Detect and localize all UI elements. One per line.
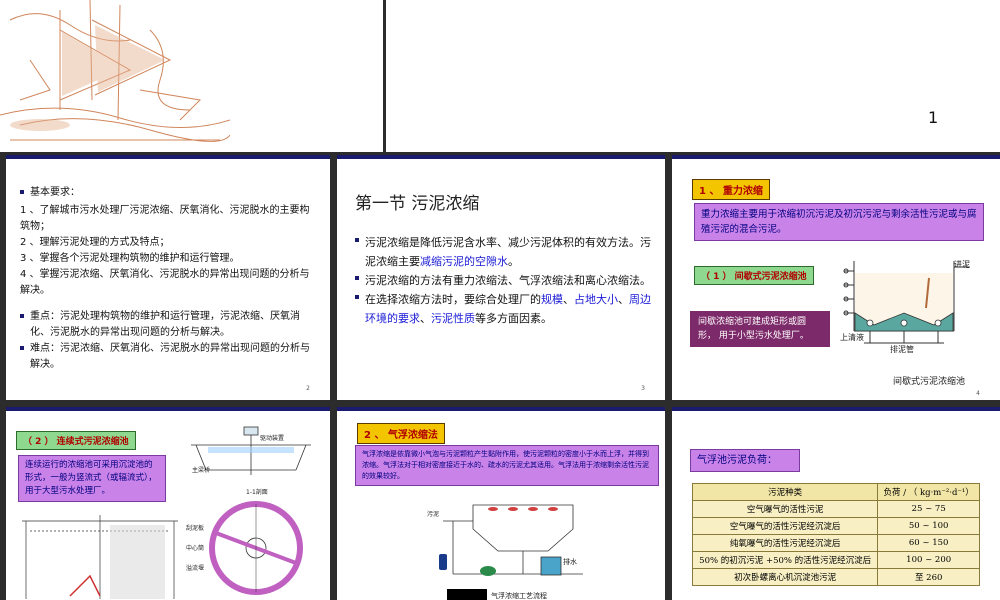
label-overflow: 溢流堰 xyxy=(186,565,205,572)
list-item: 4 、掌握污泥浓缩、厌氧消化、污泥脱水的异常出现问题的分析与解决。 xyxy=(20,269,310,296)
description-box: 气浮浓缩是依靠微小气泡与污泥颗粒产生黏附作用，使污泥颗粒的密度小于水而上浮，并得… xyxy=(355,445,659,486)
page-number: 2 xyxy=(306,385,310,392)
flotation-process-diagram xyxy=(439,504,583,576)
label-drain: 排水 xyxy=(563,558,577,566)
content-list: 污泥浓缩是降低污泥含水率、减少污泥体积的有效方法。污泥浓缩主要减缩污泥的空隙水。… xyxy=(355,233,655,328)
description-box: 重力浓缩主要用于浓缩初沉污泥及初沉污泥与剩余活性污泥或与腐殖污泥的混合污泥。 xyxy=(694,203,984,241)
table-row: 50% 的初沉污泥 +50% 的活性污泥经沉淀后 100 ~ 200 xyxy=(691,551,980,569)
table-row: 空气曝气的活性污泥经沉淀后 50 ~ 100 xyxy=(691,517,980,535)
slide-2[interactable]: 基本要求： 1 、了解城市污水处理厂污泥浓缩、厌氧消化、污泥脱水的主要构筑物； … xyxy=(6,155,330,400)
slide-3[interactable]: 第一节 污泥浓缩 污泥浓缩是降低污泥含水率、减少污泥体积的有效方法。污泥浓缩主要… xyxy=(337,155,665,400)
label-scraper: 刮泥板 xyxy=(186,525,205,532)
slide-5[interactable]: （ 2 ） 连续式污泥浓缩池 连续运行的浓缩池可采用沉淀池的形式，一般为竖流式（… xyxy=(6,407,330,600)
key-points: 重点：污泥处理构筑物的维护和运行管理，污泥浓缩、厌氧消化、污泥脱水的异常出现问题… xyxy=(20,309,316,373)
slide-top-bar xyxy=(6,155,330,159)
caption-box xyxy=(447,589,487,600)
sludge-load-table: 污泥种类 负荷 / （ kg·m⁻²·d⁻¹） 空气曝气的活性污泥 25 ~ 75… xyxy=(691,483,980,586)
list-item: 重点：污泥处理构筑物的维护和运行管理，污泥浓缩、厌氧消化、污泥脱水的异常出现问题… xyxy=(20,309,316,341)
diagram-caption: 间歇式污泥浓缩池 xyxy=(893,377,966,387)
slide-top-bar xyxy=(337,155,665,159)
sub-section-label: （ 1 ） 间歇式污泥浓缩池 xyxy=(694,266,814,285)
section-label: （ 2 ） 连续式污泥浓缩池 xyxy=(16,431,136,450)
slide-1-right[interactable]: 1 xyxy=(386,0,1000,152)
slide-title: 第一节 污泥浓缩 xyxy=(355,194,480,214)
section-label: 1 、 重力浓缩 xyxy=(692,179,770,200)
slide-7[interactable]: 气浮池污泥负荷： 污泥种类 负荷 / （ kg·m⁻²·d⁻¹） 空气曝气的活性… xyxy=(672,407,1000,600)
slide-top-bar xyxy=(6,407,330,411)
thickener-tank-drawing xyxy=(22,515,178,599)
label-inlet: 进泥 xyxy=(954,260,970,269)
list-item: 2 、理解污泥处理的方式及特点； xyxy=(20,237,170,248)
note-box: 间歇浓缩池可建成矩形或圆形， 用于小型污水处理厂。 xyxy=(690,311,830,347)
section-label: 2 、 气浮浓缩法 xyxy=(357,423,445,444)
list-item: 污泥浓缩的方法有重力浓缩法、气浮浓缩法和离心浓缩法。 xyxy=(355,271,655,290)
table-row: 空气曝气的活性污泥 25 ~ 75 xyxy=(691,500,980,518)
slide-top-bar xyxy=(672,407,1000,411)
continuous-thickener-plan xyxy=(209,501,303,595)
list-item: 基本要求： xyxy=(20,185,316,200)
table-header: 污泥种类 xyxy=(691,483,879,501)
list-item: 在选择浓缩方法时，要综合处理厂的规模、占地大小、周边环境的要求、污泥性质等多方面… xyxy=(355,290,655,328)
table-header: 负荷 / （ kg·m⁻²·d⁻¹） xyxy=(877,483,980,501)
table-row: 初次卧螺离心机沉淀池污泥至 260 xyxy=(691,568,980,586)
slide-6[interactable]: 2 、 气浮浓缩法 气浮浓缩是依靠微小气泡与污泥颗粒产生黏附作用，使污泥颗粒的密… xyxy=(337,407,665,600)
requirements-list: 基本要求： xyxy=(20,185,316,200)
sketch-illustration xyxy=(0,0,230,152)
slide-1[interactable]: 1 xyxy=(0,0,383,152)
page-number: 4 xyxy=(976,390,980,397)
slide-4[interactable]: 1 、 重力浓缩 重力浓缩主要用于浓缩初沉污泥及初沉污泥与剩余活性污泥或与腐殖污… xyxy=(672,155,1000,400)
list-item: 1 、了解城市污水处理厂污泥浓缩、厌氧消化、污泥脱水的主要构筑物； xyxy=(20,205,310,232)
list-item: 难点：污泥浓缩、厌氧消化、污泥脱水的异常出现问题的分析与解决。 xyxy=(20,341,316,373)
requirements-items: 1 、了解城市污水处理厂污泥浓缩、厌氧消化、污泥脱水的主要构筑物； 2 、理解污… xyxy=(20,203,316,299)
table-title: 气浮池污泥负荷： xyxy=(690,449,800,472)
slide-top-bar xyxy=(672,155,1000,159)
page-number: 3 xyxy=(641,385,645,392)
label-bridge: 主梁桥 xyxy=(192,467,211,474)
diagram-caption: 气浮浓缩工艺流程 xyxy=(491,592,547,600)
label-supernatant: 上清液 xyxy=(840,333,864,342)
continuous-thickener-section xyxy=(191,426,311,475)
table-row: 纯氧曝气的活性污泥经沉淀后 60 ~ 150 xyxy=(691,534,980,552)
page-number: 1 xyxy=(928,108,939,127)
list-item: 3 、掌握各个污泥处理构筑物的维护和运行管理。 xyxy=(20,253,240,264)
slide-top-bar xyxy=(337,407,665,411)
label-sludge: 污泥 xyxy=(427,511,440,518)
note-box: 连续运行的浓缩池可采用沉淀池的形式，一般为竖流式（或辐流式），用于大型污水处理厂… xyxy=(18,455,166,502)
label-outlet: 排泥管 xyxy=(890,345,914,354)
list-item: 污泥浓缩是降低污泥含水率、减少污泥体积的有效方法。污泥浓缩主要减缩污泥的空隙水。 xyxy=(355,233,655,271)
label-drive: 驱动装置 xyxy=(260,435,285,442)
label-center: 中心筒 xyxy=(186,545,205,552)
